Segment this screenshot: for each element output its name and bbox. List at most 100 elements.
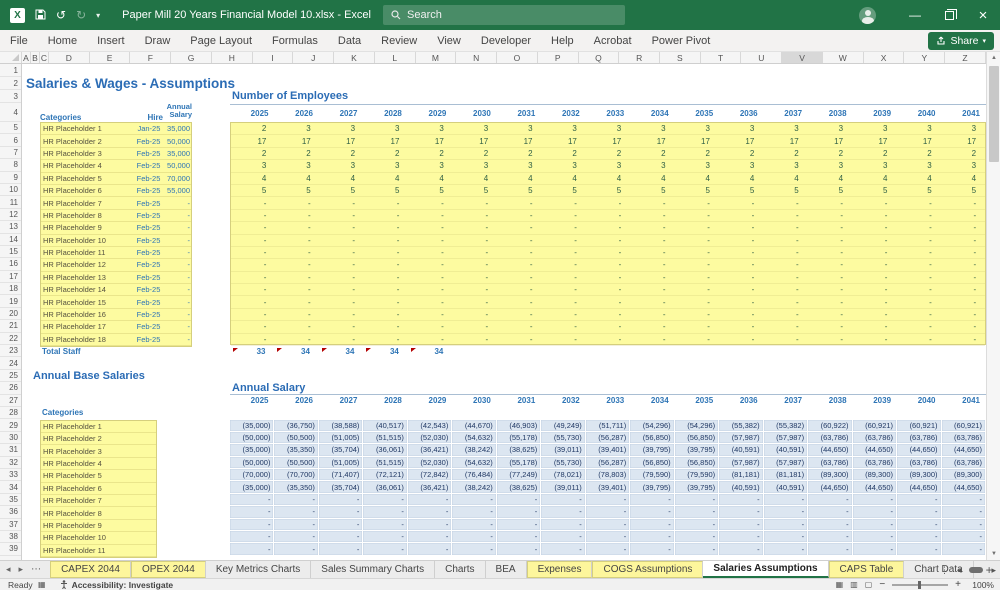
hire-cell-salary[interactable]: - xyxy=(162,248,191,257)
employees-cell[interactable]: 5 xyxy=(763,186,807,195)
salary-cell[interactable]: - xyxy=(763,493,808,506)
row-header-22[interactable]: 22 xyxy=(0,333,21,346)
employees-cell[interactable]: 3 xyxy=(763,161,807,170)
employees-cell[interactable]: 3 xyxy=(453,124,497,133)
row-header-37[interactable]: 37 xyxy=(0,519,21,531)
hire-cell-date[interactable]: Feb-25 xyxy=(130,186,163,195)
employees-cell[interactable]: 4 xyxy=(586,174,630,183)
salary-cell[interactable]: - xyxy=(496,506,541,518)
sheet-tab-bea[interactable]: BEA xyxy=(486,561,527,578)
employees-cell[interactable]: - xyxy=(719,285,763,294)
employees-cell[interactable]: 3 xyxy=(542,161,586,170)
employees-cell[interactable]: - xyxy=(852,335,896,344)
employees-cell[interactable]: 4 xyxy=(542,174,586,183)
salary-cell[interactable]: (60,922) xyxy=(808,419,852,431)
ribbon-tab-data[interactable]: Data xyxy=(328,30,371,52)
employees-cell[interactable]: 5 xyxy=(497,186,541,195)
salary-cell[interactable]: (81,181) xyxy=(719,469,763,481)
employees-cell[interactable]: 4 xyxy=(719,174,763,183)
base-salary-category-cell[interactable]: HR Placeholder 3 xyxy=(43,447,102,456)
employees-cell[interactable]: - xyxy=(542,248,586,257)
salary-cell[interactable]: (79,590) xyxy=(674,469,719,481)
employees-cell[interactable]: 4 xyxy=(364,174,408,183)
employees-cell[interactable]: 2 xyxy=(320,149,364,158)
salary-cell[interactable]: - xyxy=(452,518,496,531)
employees-cell[interactable]: - xyxy=(497,199,541,208)
employees-cell[interactable]: 3 xyxy=(453,161,497,170)
employees-cell[interactable]: - xyxy=(586,211,630,220)
employees-total-cell[interactable] xyxy=(675,347,719,356)
employees-cell[interactable]: 17 xyxy=(453,137,497,146)
employees-cell[interactable]: 17 xyxy=(630,137,674,146)
employees-cell[interactable]: 3 xyxy=(808,161,852,170)
salary-cell[interactable]: - xyxy=(852,518,897,531)
employees-cell[interactable]: - xyxy=(630,199,674,208)
salary-cell[interactable]: (39,795) xyxy=(630,481,674,493)
salary-cell[interactable]: (39,795) xyxy=(630,444,674,456)
zoom-out-button[interactable]: − xyxy=(879,579,885,590)
hire-header-categories[interactable]: Categories xyxy=(40,103,130,122)
employees-cell[interactable]: - xyxy=(408,298,452,307)
salary-cell[interactable]: - xyxy=(318,518,363,531)
salary-cell[interactable]: - xyxy=(230,506,274,518)
base-salary-category-cell[interactable]: HR Placeholder 8 xyxy=(43,509,102,518)
employees-cell[interactable]: - xyxy=(675,273,719,282)
salary-cell[interactable]: (78,021) xyxy=(541,469,585,481)
column-header-G[interactable]: G xyxy=(171,52,212,63)
employees-cell[interactable]: 5 xyxy=(542,186,586,195)
salary-cell[interactable]: (49,249) xyxy=(541,419,585,431)
row-header-15[interactable]: 15 xyxy=(0,246,21,259)
row-header-20[interactable]: 20 xyxy=(0,308,21,321)
employees-cell[interactable]: - xyxy=(852,322,896,331)
salary-cell[interactable]: (71,407) xyxy=(318,469,363,481)
base-salary-category-cell[interactable]: HR Placeholder 6 xyxy=(43,484,102,493)
employees-total-cell[interactable] xyxy=(452,347,496,356)
employees-cell[interactable]: - xyxy=(408,310,452,319)
employees-cell[interactable]: 5 xyxy=(941,186,985,195)
salary-cell[interactable]: (79,590) xyxy=(630,469,674,481)
employees-cell[interactable]: - xyxy=(675,285,719,294)
salary-cell[interactable]: - xyxy=(230,518,274,531)
employees-cell[interactable]: - xyxy=(763,223,807,232)
employees-cell[interactable]: - xyxy=(586,322,630,331)
salary-year-2033[interactable]: 2033 xyxy=(586,396,630,405)
salary-year-2028[interactable]: 2028 xyxy=(363,396,407,405)
salary-cell[interactable]: (38,588) xyxy=(318,419,363,431)
employees-cell[interactable]: - xyxy=(675,236,719,245)
salary-year-2027[interactable]: 2027 xyxy=(319,396,363,405)
share-button[interactable]: Share ▾ xyxy=(928,32,994,50)
salary-cell[interactable]: - xyxy=(808,518,852,531)
employees-cell[interactable]: - xyxy=(275,335,319,344)
hire-header-hire[interactable]: Hire xyxy=(130,103,163,122)
hire-cell-date[interactable]: Feb-25 xyxy=(130,211,163,220)
base-salary-category-cell[interactable]: HR Placeholder 2 xyxy=(43,434,102,443)
employees-total-cell[interactable]: 34 xyxy=(319,347,363,356)
employees-cell[interactable]: - xyxy=(275,211,319,220)
salary-cell[interactable]: - xyxy=(363,531,407,543)
salary-cell[interactable]: - xyxy=(230,493,274,506)
employees-cell[interactable]: - xyxy=(808,310,852,319)
employees-cell[interactable]: - xyxy=(364,285,408,294)
zoom-slider-thumb[interactable] xyxy=(918,580,922,589)
employees-cell[interactable]: - xyxy=(542,199,586,208)
column-header-P[interactable]: P xyxy=(538,52,579,63)
column-header-B[interactable]: B xyxy=(31,52,40,63)
ribbon-tab-file[interactable]: File xyxy=(0,30,38,52)
employees-cell[interactable]: 3 xyxy=(231,161,275,170)
employees-cell[interactable]: 17 xyxy=(763,137,807,146)
salary-cell[interactable]: (63,786) xyxy=(808,431,852,444)
employees-cell[interactable]: - xyxy=(275,236,319,245)
salary-cell[interactable]: (55,178) xyxy=(496,456,541,469)
salary-cell[interactable]: (50,500) xyxy=(274,431,318,444)
employees-cell[interactable]: - xyxy=(497,223,541,232)
employees-cell[interactable]: - xyxy=(719,310,763,319)
hire-cell-date[interactable]: Feb-25 xyxy=(130,137,163,146)
salary-cell[interactable]: (56,850) xyxy=(674,431,719,444)
employees-cell[interactable]: - xyxy=(852,285,896,294)
employees-cell[interactable]: 17 xyxy=(675,137,719,146)
employees-cell[interactable]: - xyxy=(675,322,719,331)
salary-cell[interactable]: - xyxy=(719,543,763,555)
employees-cell[interactable]: - xyxy=(896,223,940,232)
zoom-slider[interactable] xyxy=(892,580,949,589)
salary-cell[interactable]: - xyxy=(452,543,496,555)
